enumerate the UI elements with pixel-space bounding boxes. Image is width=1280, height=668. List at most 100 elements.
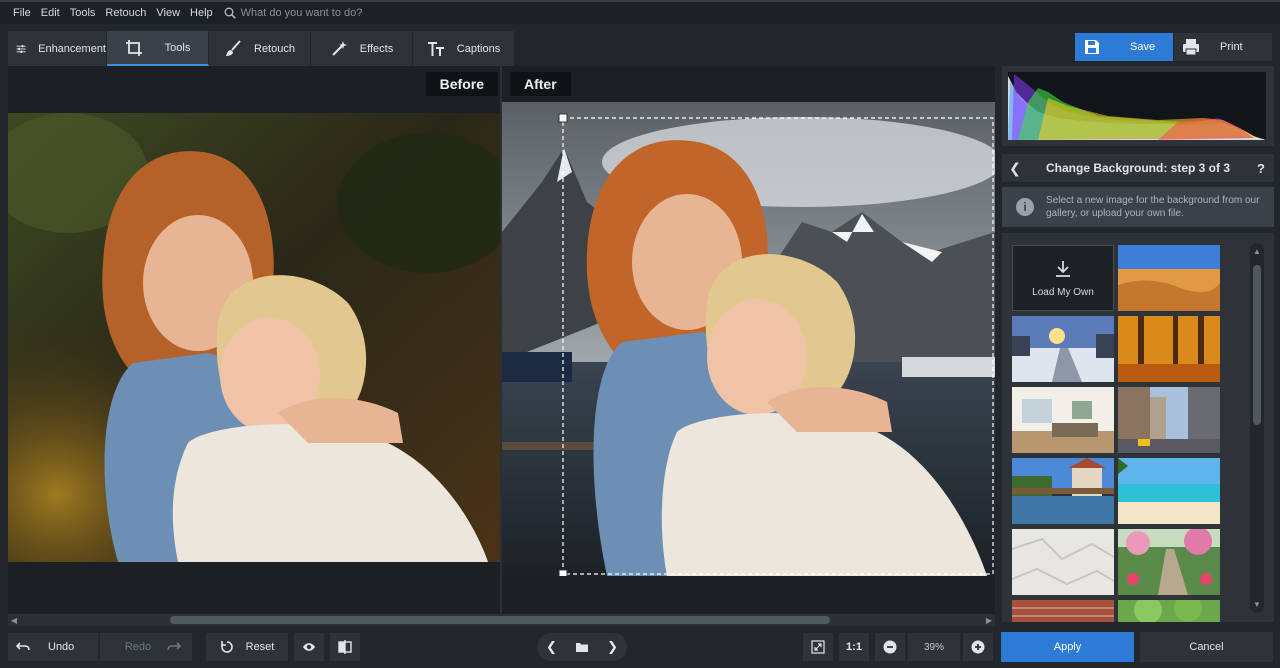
redo-icon — [167, 642, 182, 651]
floppy-disk-icon — [1085, 40, 1099, 54]
magic-wand-icon — [332, 40, 347, 56]
histogram-graph — [1008, 72, 1266, 140]
tab-enhancement[interactable]: Enhancement — [8, 31, 107, 66]
menu-file[interactable]: File — [8, 7, 36, 19]
after-photo — [502, 102, 995, 576]
after-label: After — [510, 72, 571, 96]
menu-edit[interactable]: Edit — [36, 7, 65, 19]
info-icon: i — [1016, 198, 1034, 216]
tab-captions[interactable]: Captions — [413, 31, 515, 66]
undo-button[interactable]: Undo — [8, 633, 98, 661]
horizontal-scroll-thumb[interactable] — [170, 616, 830, 624]
redo-label: Redo — [124, 641, 152, 653]
mode-tabs: Enhancement Tools Retouch Effects Captio… — [8, 31, 515, 66]
redo-button[interactable]: Redo — [100, 633, 192, 661]
gallery-thumb-brick-wall[interactable] — [1012, 600, 1114, 622]
before-label: Before — [425, 72, 498, 96]
gallery-thumb-green-field[interactable] — [1118, 600, 1220, 622]
download-icon — [1056, 260, 1070, 277]
zoom-in-button[interactable] — [963, 633, 993, 661]
before-photo — [8, 113, 500, 562]
step-title: Change Background: step 3 of 3 — [1045, 161, 1231, 175]
menu-bar: File Edit Tools Retouch View Help What d… — [0, 0, 1280, 24]
load-my-own-label: Load My Own — [1032, 286, 1094, 298]
gallery-thumb-desert[interactable] — [1118, 245, 1220, 311]
toolbar: Enhancement Tools Retouch Effects Captio… — [0, 24, 1280, 66]
search-placeholder: What do you want to do? — [240, 7, 363, 19]
tab-effects-label: Effects — [359, 42, 394, 55]
scroll-up-icon[interactable]: ▲ — [1250, 247, 1264, 256]
crop-icon — [125, 39, 142, 56]
right-panel: ❮ Change Background: step 3 of 3 ? i Sel… — [1000, 66, 1280, 626]
sliders-icon — [16, 44, 26, 53]
background-gallery: Load My Own ▲ ▼ — [1002, 233, 1274, 622]
plus-circle-icon — [971, 640, 985, 654]
actual-size-button[interactable]: 1:1 — [839, 633, 869, 661]
help-button[interactable]: ? — [1248, 161, 1274, 176]
tab-effects[interactable]: Effects — [311, 31, 413, 66]
reset-label: Reset — [245, 641, 275, 653]
scroll-left-icon[interactable]: ◀ — [8, 614, 20, 626]
apply-button[interactable]: Apply — [1001, 632, 1134, 662]
text-icon — [427, 41, 444, 56]
undo-icon — [16, 642, 30, 651]
tab-enhancement-label: Enhancement — [38, 42, 106, 55]
scroll-right-icon[interactable]: ▶ — [983, 614, 995, 626]
tab-captions-label: Captions — [456, 42, 501, 55]
undo-label: Undo — [48, 641, 75, 653]
tab-tools[interactable]: Tools — [107, 31, 209, 66]
tab-retouch-label: Retouch — [254, 42, 295, 55]
zoom-out-button[interactable] — [875, 633, 905, 661]
info-box: i Select a new image for the background … — [1002, 187, 1274, 227]
back-chevron-icon[interactable]: ❮ — [1002, 160, 1028, 177]
split-view-icon — [338, 640, 352, 654]
eye-icon — [303, 643, 315, 651]
tab-tools-label: Tools — [164, 41, 191, 54]
scroll-down-icon[interactable]: ▼ — [1250, 600, 1264, 609]
before-pane: Before — [8, 66, 500, 614]
print-button[interactable]: Print — [1174, 33, 1272, 61]
load-my-own-button[interactable]: Load My Own — [1012, 245, 1114, 311]
gallery-grid: Load My Own — [1012, 245, 1220, 622]
gallery-thumb-living-room[interactable] — [1012, 387, 1114, 453]
horizontal-scrollbar[interactable]: ◀ ▶ — [8, 614, 995, 626]
compare-toggle-button[interactable] — [330, 633, 360, 661]
info-text: Select a new image for the background fr… — [1046, 195, 1260, 219]
gallery-scrollbar[interactable]: ▲ ▼ — [1250, 243, 1264, 613]
gallery-thumb-tropical-beach[interactable] — [1118, 458, 1220, 524]
save-button[interactable]: Save — [1075, 33, 1173, 61]
tab-retouch[interactable]: Retouch — [209, 31, 311, 66]
reset-icon — [220, 641, 233, 653]
reset-button[interactable]: Reset — [206, 633, 288, 661]
bottom-bar: Undo Redo Reset ❮ ❯ 1:1 39% Apply Cancel — [0, 626, 1280, 668]
menu-tools[interactable]: Tools — [65, 7, 101, 19]
menu-help[interactable]: Help — [185, 7, 218, 19]
gallery-thumb-garden-path[interactable] — [1118, 529, 1220, 595]
menu-view[interactable]: View — [151, 7, 185, 19]
gallery-thumb-crumpled-paper[interactable] — [1012, 529, 1114, 595]
printer-icon — [1183, 39, 1199, 56]
histogram — [1002, 66, 1274, 146]
search-box[interactable]: What do you want to do? — [224, 7, 363, 19]
search-icon — [224, 7, 236, 19]
save-label: Save — [1130, 41, 1156, 53]
minus-circle-icon — [883, 640, 897, 654]
previous-image-button[interactable]: ❮ — [546, 639, 557, 655]
gallery-thumb-city-street[interactable] — [1118, 387, 1220, 453]
fit-screen-icon — [811, 640, 825, 654]
menu-retouch[interactable]: Retouch — [100, 7, 151, 19]
navigation-group: ❮ ❯ — [537, 633, 627, 661]
after-pane: After — [502, 66, 995, 614]
brush-icon — [226, 39, 241, 56]
gallery-thumb-village-canal[interactable] — [1012, 458, 1114, 524]
preview-toggle-button[interactable] — [294, 633, 324, 661]
fit-to-window-button[interactable] — [803, 633, 833, 661]
gallery-scroll-thumb[interactable] — [1253, 265, 1261, 425]
next-image-button[interactable]: ❯ — [607, 639, 618, 655]
zoom-level[interactable]: 39% — [908, 633, 960, 661]
print-label: Print — [1220, 41, 1243, 53]
cancel-button[interactable]: Cancel — [1140, 632, 1273, 662]
folder-icon[interactable] — [575, 640, 589, 654]
gallery-thumb-autumn-forest[interactable] — [1118, 316, 1220, 382]
gallery-thumb-snowy-road[interactable] — [1012, 316, 1114, 382]
